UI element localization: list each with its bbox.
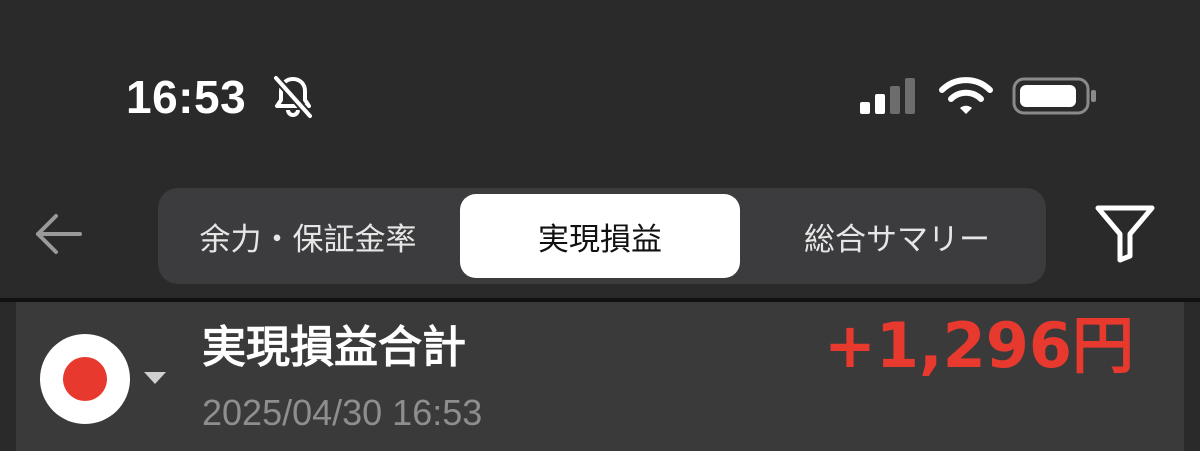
status-time: 16:53 xyxy=(126,71,247,123)
tab-realized-pl[interactable]: 実現損益 xyxy=(460,194,740,278)
cellular-signal-icon xyxy=(860,78,915,114)
flag-sun-dot xyxy=(63,357,107,401)
battery-icon xyxy=(1012,77,1096,115)
tab-margin-ratio[interactable]: 余力・保証金率 xyxy=(158,194,458,278)
chevron-down-icon[interactable] xyxy=(144,372,166,384)
wifi-icon xyxy=(939,77,993,114)
realized-pl-amount: +1,296円 xyxy=(823,309,1134,382)
bell-off-icon xyxy=(273,75,313,119)
japan-flag-icon[interactable] xyxy=(40,334,130,424)
summary-datetime: 2025/04/30 16:53 xyxy=(202,392,483,433)
tab-segmented-control: 余力・保証金率 実現損益 総合サマリー xyxy=(158,188,1046,284)
summary-title: 実現損益合計 xyxy=(202,322,466,373)
tab-overall-summary[interactable]: 総合サマリー xyxy=(748,194,1046,278)
back-arrow-icon[interactable] xyxy=(30,206,86,262)
filter-icon[interactable] xyxy=(1094,202,1156,264)
screen: 16:53 余力・保証金率 実現損益 総合サマリー 実現損益合計 2025/04… xyxy=(0,0,1200,451)
realized-pl-summary-row[interactable]: 実現損益合計 2025/04/30 16:53 +1,296円 xyxy=(16,302,1184,451)
